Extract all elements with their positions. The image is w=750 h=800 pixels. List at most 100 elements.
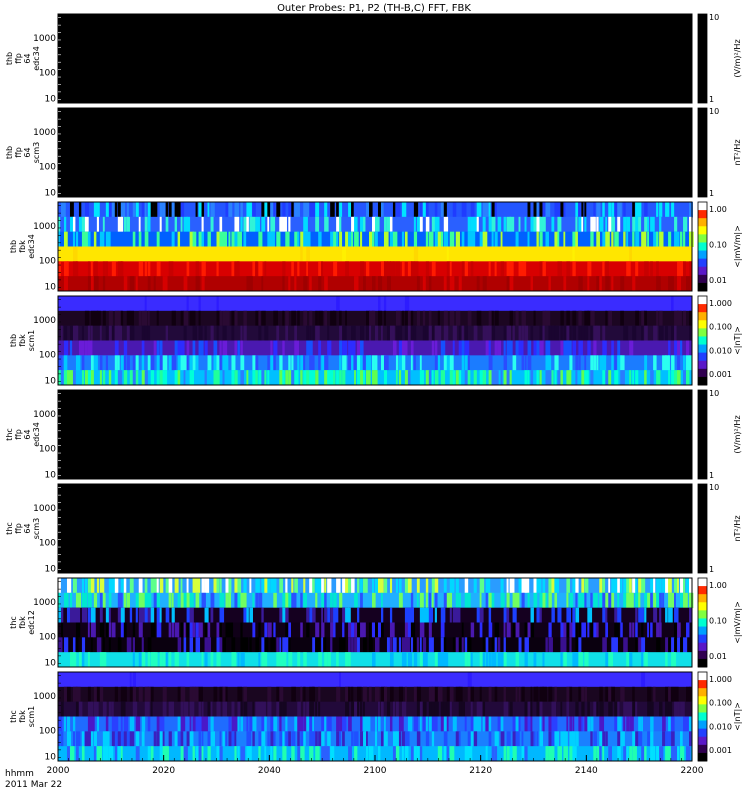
spectral-stripe	[156, 716, 160, 732]
spectral-stripe	[255, 578, 260, 594]
spectral-stripe	[386, 276, 391, 292]
spectral-stripe	[324, 216, 329, 233]
spectral-stripe	[485, 637, 489, 653]
spectral-stripe	[342, 731, 345, 747]
spectral-stripe	[584, 578, 589, 594]
spectral-stripe	[458, 731, 461, 747]
y-axis-label-line: ffp	[14, 429, 23, 440]
spectral-stripe	[84, 592, 88, 609]
spectral-stripe	[354, 231, 359, 247]
spectral-stripe	[407, 652, 413, 668]
spectral-stripe	[539, 202, 543, 218]
spectral-stripe	[75, 746, 79, 762]
spectral-stripe	[231, 355, 236, 371]
spectral-stripe	[282, 731, 285, 747]
spectral-stripe	[395, 261, 401, 277]
spectral-stripe	[288, 652, 293, 668]
spectral-stripe	[147, 746, 151, 762]
spectral-stripe	[425, 592, 428, 609]
spectral-stripe	[372, 652, 376, 668]
spectral-stripe	[659, 592, 662, 609]
spectral-stripe	[78, 652, 82, 668]
spectral-stripe	[470, 716, 474, 732]
spectral-stripe	[249, 276, 253, 292]
spectral-stripe	[638, 592, 641, 609]
spectral-stripe	[303, 701, 306, 717]
spectral-stripe	[135, 355, 139, 371]
spectral-stripe	[282, 652, 287, 668]
spectral-stripe	[545, 746, 549, 762]
spectral-stripe	[222, 370, 225, 386]
spectral-stripe	[446, 746, 449, 762]
spectral-stripe	[174, 578, 179, 594]
spectral-stripe	[380, 592, 383, 609]
spectral-stripe	[375, 231, 378, 247]
spectral-stripe	[464, 261, 468, 277]
spectral-stripe	[668, 731, 672, 747]
spectral-stripe	[84, 607, 88, 623]
spectral-stripe	[324, 607, 328, 623]
spectral-stripe	[479, 607, 484, 623]
spectral-stripe	[674, 216, 678, 233]
colorbar-tick-label: 0.010	[709, 722, 732, 731]
spectral-stripe	[524, 216, 527, 233]
y-tick-label: 10	[45, 659, 57, 669]
spectral-stripe	[315, 310, 318, 327]
spectral-stripe	[147, 652, 151, 668]
spectral-stripe	[237, 716, 240, 732]
spectral-stripe	[617, 607, 622, 623]
spectral-stripe	[147, 261, 151, 277]
spectral-stripe	[138, 652, 142, 668]
spectral-stripe	[219, 216, 223, 233]
spectral-stripe	[297, 261, 300, 277]
spectral-stripe	[99, 325, 102, 341]
spectral-stripe	[503, 686, 506, 703]
spectral-stripe	[186, 216, 191, 233]
colorbar-segment	[698, 634, 707, 644]
spectral-stripe	[635, 370, 639, 386]
spectral-stripe	[294, 340, 299, 356]
spectral-stripe	[138, 261, 144, 277]
spectral-stripe	[578, 622, 582, 638]
spectral-stripe	[96, 310, 101, 327]
spectral-stripe	[207, 746, 211, 762]
spectral-stripe	[357, 607, 360, 623]
spectral-stripe	[132, 637, 135, 653]
spectral-stripe	[243, 686, 247, 703]
spectral-stripe	[120, 310, 124, 327]
spectral-stripe	[521, 325, 525, 341]
spectral-stripe	[177, 355, 182, 371]
spectral-stripe	[434, 370, 439, 386]
spectral-stripe	[318, 686, 321, 703]
spectral-stripe	[174, 622, 180, 638]
spectral-stripe	[297, 231, 300, 247]
spectral-stripe	[434, 231, 439, 247]
spectral-stripe	[333, 622, 336, 638]
spectral-stripe	[231, 261, 235, 277]
spectral-stripe	[389, 637, 393, 653]
spectral-stripe	[276, 637, 279, 653]
spectral-stripe	[234, 340, 238, 356]
spectral-stripe	[183, 325, 187, 341]
spectral-stripe	[503, 216, 507, 233]
spectral-stripe	[318, 340, 322, 356]
spectral-stripe	[300, 370, 303, 386]
spectral-stripe	[473, 578, 477, 594]
spectral-stripe	[207, 202, 210, 218]
spectral-stripe	[506, 261, 510, 277]
spectral-stripe	[569, 325, 572, 341]
spectral-stripe	[132, 355, 136, 371]
y-tick-label: 100	[39, 539, 56, 549]
spectral-stripe	[135, 202, 139, 218]
spectral-stripe	[210, 652, 214, 668]
spectral-stripe	[392, 261, 396, 277]
spectral-stripe	[629, 370, 632, 386]
spectral-stripe	[500, 261, 505, 277]
spectral-stripe	[584, 355, 587, 371]
spectral-stripe	[363, 276, 366, 292]
spectral-stripe	[270, 716, 274, 732]
spectral-stripe	[377, 701, 380, 717]
spectral-stripe	[434, 578, 439, 594]
spectral-stripe	[315, 746, 320, 762]
y-axis-label-line: fbk	[18, 616, 27, 629]
